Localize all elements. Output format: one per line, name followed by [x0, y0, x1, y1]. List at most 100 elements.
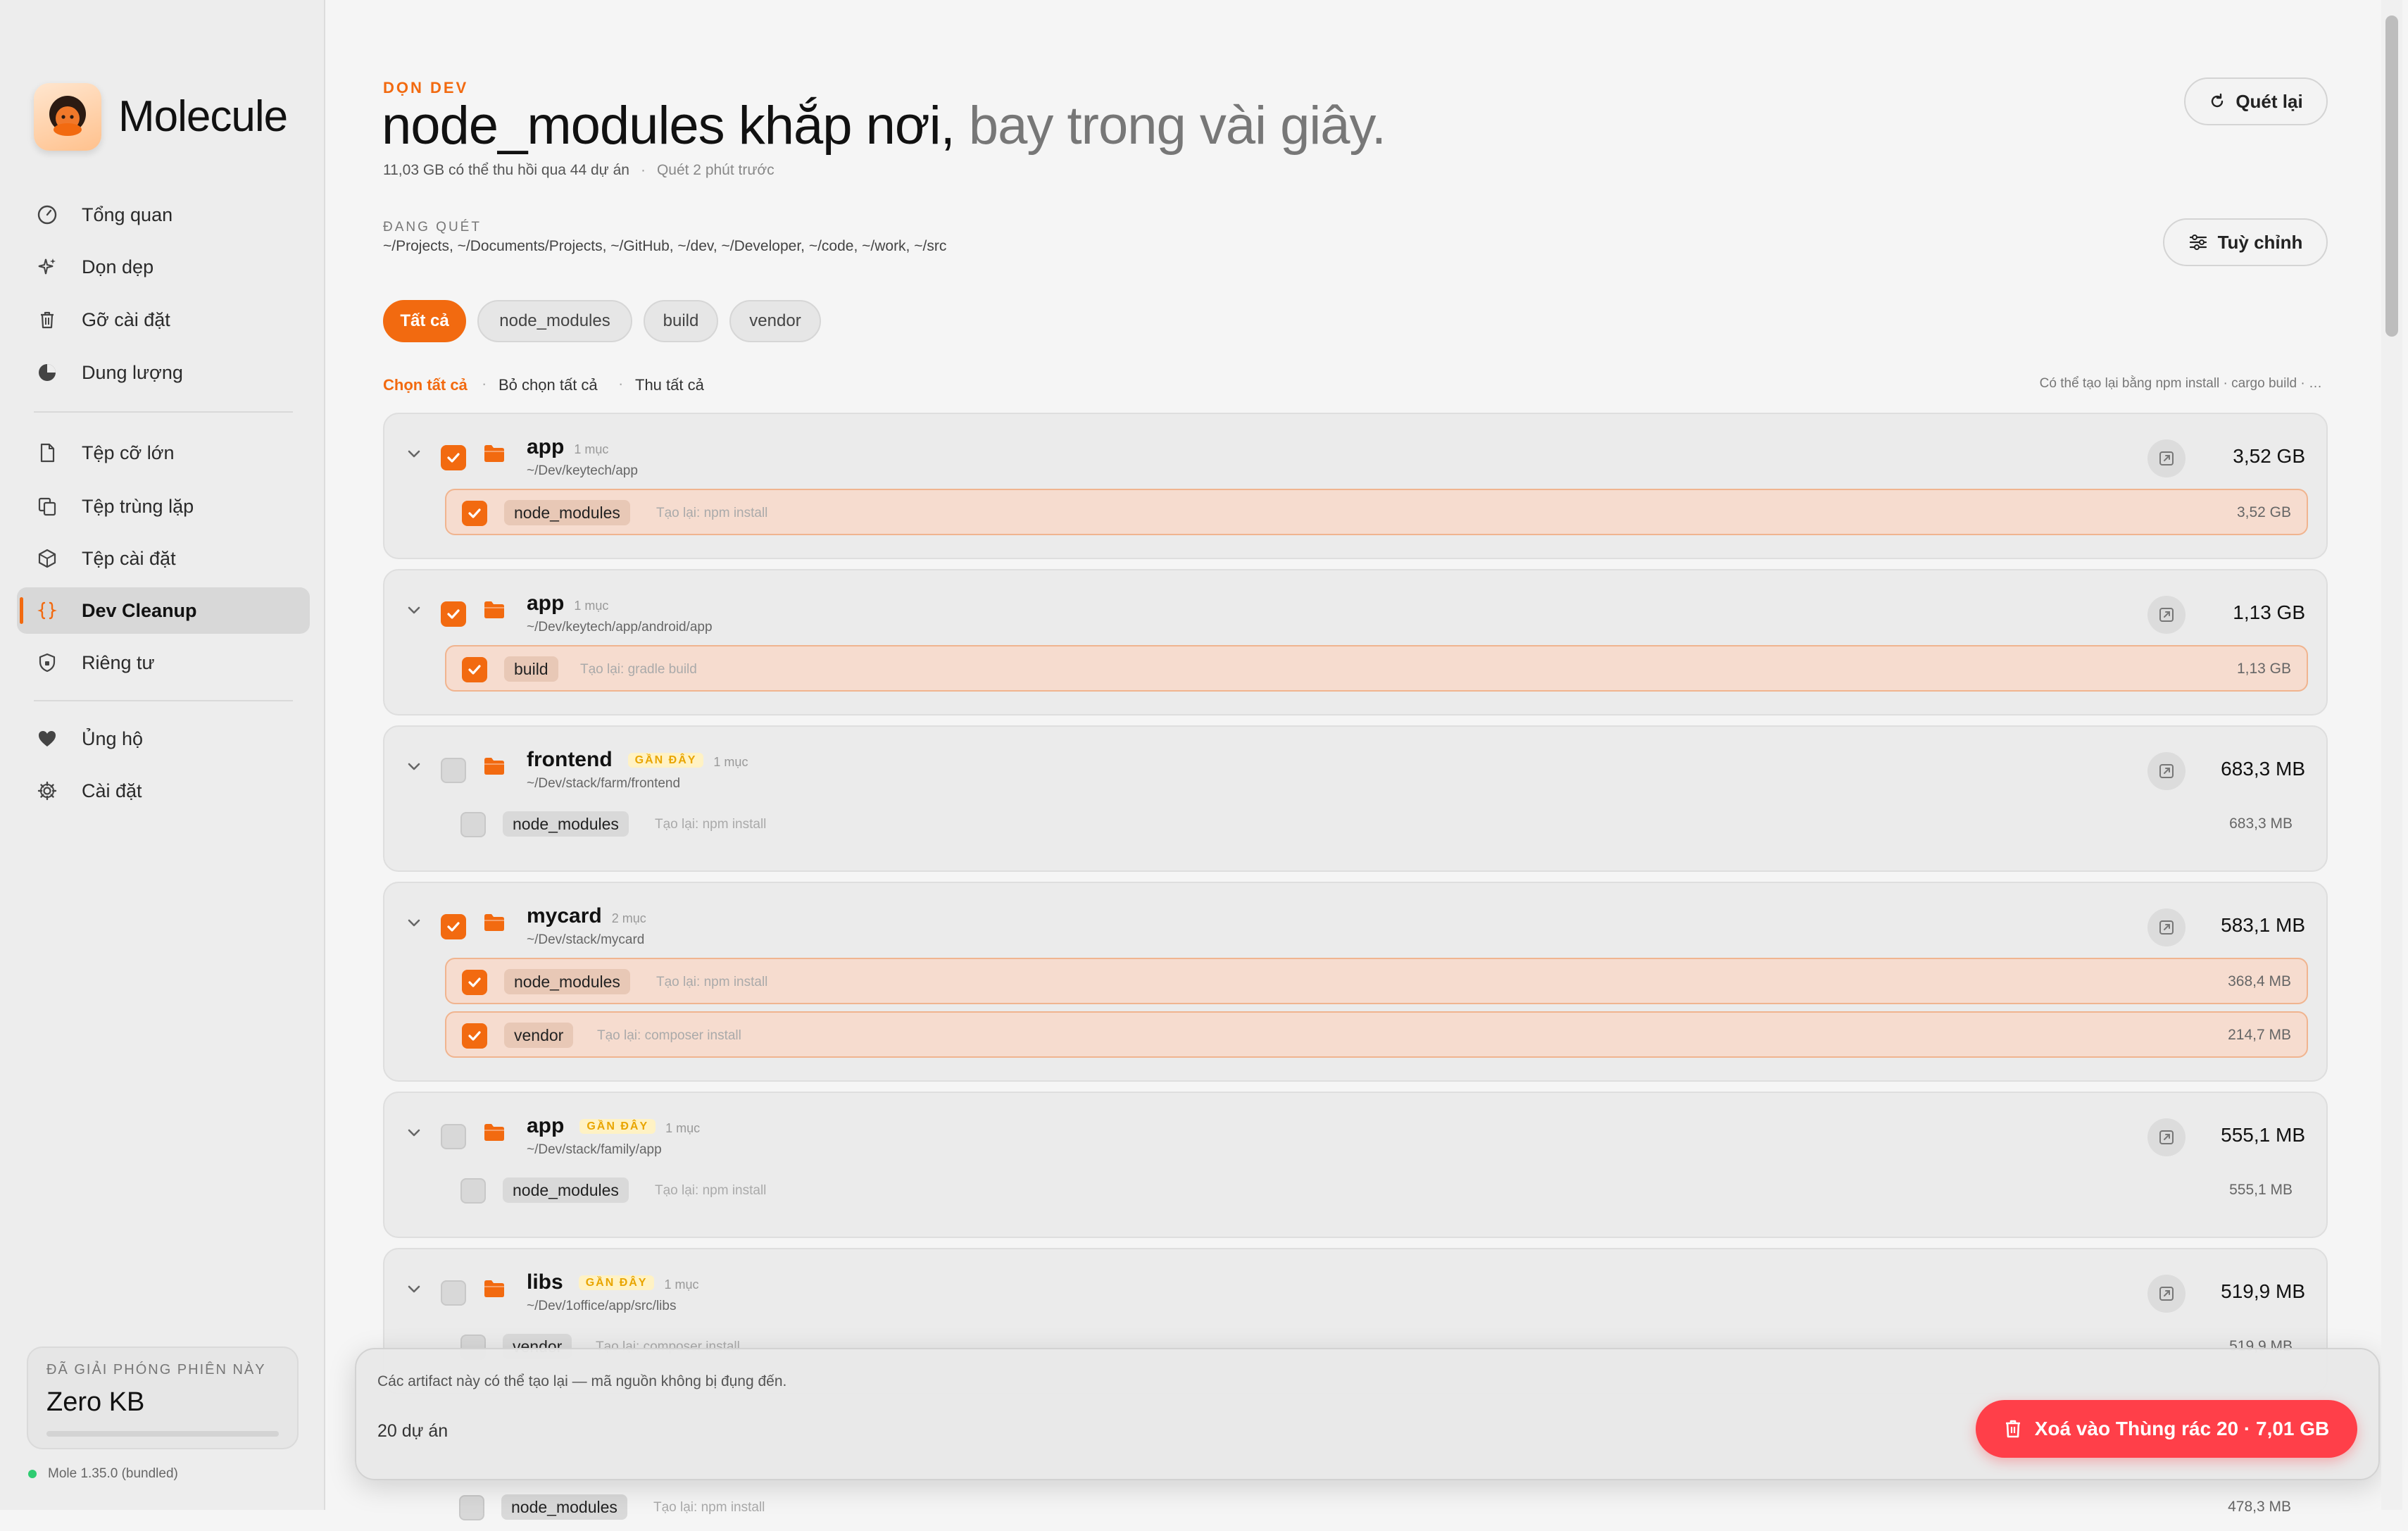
scan-time: Quét 2 phút trước: [656, 162, 775, 178]
artifact-row[interactable]: node_modules Tạo lại: npm install 478,3 …: [444, 1485, 2307, 1531]
project-path: ~/Dev/1office/app/src/libs: [527, 1299, 677, 1313]
reveal-in-finder-button[interactable]: [2147, 1118, 2186, 1156]
sidebar-divider: [34, 411, 293, 413]
project-checkbox[interactable]: [441, 445, 466, 470]
app-name: Molecule: [118, 92, 288, 141]
artifact-row[interactable]: node_modules Tạo lại: npm install 555,1 …: [445, 1168, 2308, 1214]
sidebar-item-label: Tệp cỡ lớn: [82, 442, 175, 463]
open-external-icon: [2159, 608, 2174, 622]
reveal-in-finder-button[interactable]: [2147, 596, 2186, 634]
trash-icon: [35, 308, 59, 332]
project-checkbox[interactable]: [441, 1280, 466, 1306]
collapse-all-link[interactable]: Thu tất cả: [635, 376, 704, 394]
project-checkbox[interactable]: [441, 758, 466, 783]
scanning-label: ĐANG QUÉT: [383, 220, 482, 235]
sidebar-item-storage[interactable]: Dung lượng: [17, 349, 310, 396]
sliders-icon: [2189, 235, 2207, 250]
project-path: ~/Dev/stack/mycard: [527, 932, 645, 947]
refresh-icon: [2212, 93, 2224, 108]
artifact-row[interactable]: build Tạo lại: gradle build 1,13 GB: [445, 645, 2308, 692]
customize-label: Tuỳ chỉnh: [2217, 231, 2303, 253]
sidebar-item-label: Dev Cleanup: [82, 599, 197, 621]
project-card: app GẦN ĐÂY 1 mục ~/Dev/stack/family/app 5…: [383, 1092, 2328, 1238]
project-path: ~/Dev/stack/family/app: [527, 1142, 662, 1157]
page-title: node_modules khắp nơi, bay trong vài giâ…: [382, 94, 1386, 158]
project-size: 1,13 GB: [2233, 601, 2305, 623]
open-external-icon: [2159, 764, 2174, 778]
checkmark-icon: [447, 453, 460, 463]
move-to-trash-button[interactable]: Xoá vào Thùng rác 20 · 7,01 GB: [1976, 1400, 2357, 1458]
deselect-all-link[interactable]: Bỏ chọn tất cả: [498, 376, 598, 394]
version-label: Mole 1.35.0 (bundled): [48, 1466, 178, 1481]
project-size: 583,1 MB: [2221, 914, 2305, 936]
artifact-checkbox[interactable]: [460, 812, 486, 837]
artifact-regenerate-hint: Tạo lại: gradle build: [580, 662, 697, 677]
sparkle-icon: [35, 255, 59, 279]
sidebar-item-uninstall[interactable]: Gỡ cài đặt: [17, 296, 310, 343]
project-checkbox[interactable]: [441, 1124, 466, 1149]
artifact-regenerate-hint: Tạo lại: npm install: [656, 506, 768, 520]
sidebar-item-support[interactable]: Ủng hộ: [17, 715, 310, 762]
reveal-in-finder-button[interactable]: [2147, 439, 2186, 477]
artifact-regenerate-hint: Tạo lại: npm install: [655, 817, 767, 832]
artifact-name: node_modules: [504, 969, 630, 994]
artifact-size: 478,3 MB: [2228, 1499, 2291, 1515]
filter-chip-all[interactable]: Tất cả: [383, 300, 466, 342]
folder-icon: [484, 914, 504, 931]
sidebar-item-dev-cleanup[interactable]: Dev Cleanup: [17, 587, 310, 634]
chevron-down-icon[interactable]: [406, 445, 422, 462]
select-all-link[interactable]: Chọn tất cả: [383, 376, 468, 394]
filter-chip-vendor[interactable]: vendor: [729, 300, 821, 342]
reveal-in-finder-button[interactable]: [2147, 908, 2186, 946]
gear-icon: [35, 779, 59, 803]
artifact-checkbox[interactable]: [462, 501, 487, 526]
artifact-name: node_modules: [503, 1177, 629, 1203]
chevron-down-icon[interactable]: [406, 1124, 422, 1141]
project-name: app 1 mục: [527, 435, 608, 459]
customize-button[interactable]: Tuỳ chỉnh: [2163, 218, 2328, 266]
reveal-in-finder-button[interactable]: [2147, 1275, 2186, 1313]
artifact-regenerate-hint: Tạo lại: npm install: [655, 1183, 767, 1198]
artifact-row[interactable]: vendor Tạo lại: composer install 214,7 M…: [445, 1011, 2308, 1058]
sidebar-item-overview[interactable]: Tổng quan: [17, 192, 310, 238]
artifact-checkbox[interactable]: [462, 1023, 487, 1049]
filter-chip-build[interactable]: build: [644, 300, 718, 342]
rescan-button[interactable]: Quét lại: [2184, 77, 2328, 125]
open-external-icon: [2159, 1130, 2174, 1144]
artifact-name: node_modules: [501, 1494, 627, 1520]
scrollbar-thumb[interactable]: [2385, 15, 2398, 337]
chevron-down-icon[interactable]: [406, 601, 422, 618]
chevron-down-icon[interactable]: [406, 1280, 422, 1297]
artifact-row[interactable]: node_modules Tạo lại: npm install 3,52 G…: [445, 489, 2308, 535]
artifact-row[interactable]: node_modules Tạo lại: npm install 683,3 …: [445, 801, 2308, 848]
artifact-checkbox[interactable]: [462, 970, 487, 995]
filter-chip-node-modules[interactable]: node_modules: [477, 300, 632, 342]
separator: ·: [482, 375, 487, 392]
artifact-name: node_modules: [503, 811, 629, 837]
chevron-down-icon[interactable]: [406, 758, 422, 775]
sidebar-item-privacy[interactable]: Riêng tư: [17, 639, 310, 686]
artifact-checkbox[interactable]: [462, 657, 487, 682]
artifact-size: 1,13 GB: [2236, 661, 2291, 677]
project-checkbox[interactable]: [441, 601, 466, 627]
sidebar-item-settings[interactable]: Cài đặt: [17, 768, 310, 814]
recent-badge: GẦN ĐÂY: [578, 1275, 655, 1290]
project-name-text: frontend: [527, 748, 613, 771]
project-checkbox[interactable]: [441, 914, 466, 939]
braces-icon: [35, 599, 59, 623]
artifact-row[interactable]: node_modules Tạo lại: npm install 368,4 …: [445, 958, 2308, 1004]
artifact-size: 368,4 MB: [2228, 973, 2291, 989]
sidebar-item-cleanup[interactable]: Dọn dẹp: [17, 244, 310, 290]
sidebar-item-installers[interactable]: Tệp cài đặt: [17, 535, 310, 582]
sidebar-item-duplicates[interactable]: Tệp trùng lặp: [17, 483, 310, 530]
bottom-action-bar: Các artifact này có thể tạo lại — mã ngu…: [355, 1348, 2380, 1480]
reveal-in-finder-button[interactable]: [2147, 752, 2186, 790]
artifact-checkbox[interactable]: [460, 1178, 486, 1204]
chevron-down-icon[interactable]: [406, 914, 422, 931]
project-size: 3,52 GB: [2233, 445, 2305, 467]
project-card: frontend GẦN ĐÂY 1 mục ~/Dev/stack/farm/fr…: [383, 725, 2328, 872]
summary-line: 11,03 GB có thể thu hồi qua 44 dự án · Qué…: [383, 162, 775, 179]
artifact-checkbox[interactable]: [459, 1495, 484, 1520]
sidebar-item-large-files[interactable]: Tệp cỡ lớn: [17, 430, 310, 476]
sidebar-item-label: Cài đặt: [82, 780, 142, 801]
